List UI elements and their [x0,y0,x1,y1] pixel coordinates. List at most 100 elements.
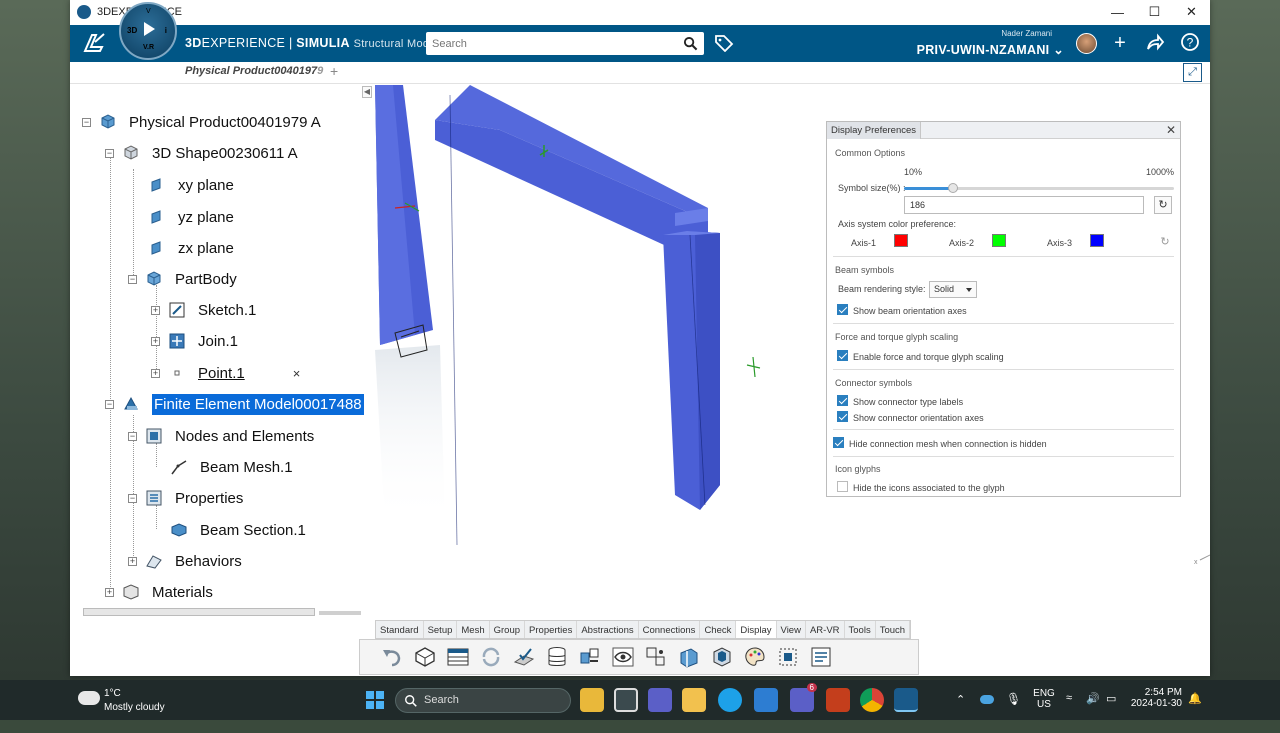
avatar[interactable] [1076,33,1097,54]
collapse-icon[interactable]: − [105,399,114,409]
show-connector-axes-checkbox[interactable] [837,411,848,422]
tab-standard[interactable]: Standard [376,621,424,638]
tray-chevron-icon[interactable]: ⌃ [956,693,965,733]
axis-3-color-swatch[interactable] [1090,234,1104,247]
tree-item-3d-shape[interactable]: − 3D Shape00230611 A [105,139,298,167]
tree-item-xy-plane[interactable]: xy plane [148,171,234,199]
windows-start-icon[interactable] [363,688,387,712]
minimize-button[interactable]: — [1099,0,1136,24]
taskbar-search[interactable]: Search [395,688,571,713]
expand-icon[interactable]: + [151,336,160,346]
node-display-icon[interactable] [644,645,668,669]
tab-check[interactable]: Check [700,621,737,638]
help-icon[interactable]: ? [1179,32,1201,54]
compass-icon[interactable]: V 3D i V.R [119,2,177,60]
volume-icon[interactable]: 🔊 [1086,692,1100,732]
palette-icon[interactable] [743,645,767,669]
tab-connections[interactable]: Connections [639,621,701,638]
collapse-icon[interactable]: − [128,274,137,284]
tree-item-fem[interactable]: − Finite Element Model00017488 [105,390,364,418]
expand-icon[interactable]: ⤢ [1183,63,1202,82]
tree-item-beam-mesh[interactable]: Beam Mesh.1 [170,453,293,481]
tree-horizontal-scrollbar[interactable] [83,608,315,616]
edge-icon[interactable] [718,688,742,712]
reset-colors-icon[interactable]: ↻ [1156,234,1174,252]
enable-force-scaling-checkbox[interactable] [837,350,848,361]
tree-item-sketch[interactable]: + Sketch.1 [151,296,256,324]
show-beam-axes-checkbox[interactable] [837,304,848,315]
database-icon[interactable] [545,645,569,669]
store-icon[interactable] [754,688,778,712]
symbol-size-input[interactable]: 186 [904,196,1144,214]
reset-size-icon[interactable]: ↻ [1154,196,1172,214]
tab-tools[interactable]: Tools [845,621,876,638]
collapse-icon[interactable]: − [82,117,91,127]
tree-item-materials[interactable]: + Materials [105,578,213,606]
copilot-icon[interactable] [580,688,604,712]
bounding-box-icon[interactable] [776,645,800,669]
tag-icon[interactable] [714,34,734,52]
3dexperience-taskbar-icon[interactable] [894,688,918,712]
tree-item-partbody[interactable]: − PartBody [128,265,237,293]
chrome-icon[interactable] [860,688,884,712]
beam-style-select[interactable]: Solid [929,281,977,298]
table-icon[interactable] [446,645,470,669]
powerpoint-icon[interactable] [826,688,850,712]
close-icon[interactable]: ✕ [1166,123,1176,137]
symbol-size-slider-thumb[interactable] [947,183,958,193]
show-connector-labels-checkbox[interactable] [837,395,848,406]
tree-item-point[interactable]: + Point.1 × [151,359,300,387]
collapse-panel-icon[interactable]: ◀ [362,86,372,98]
notification-bell-icon[interactable]: 🔔 [1188,692,1202,732]
hide-connection-mesh-checkbox[interactable] [833,437,844,448]
tree-item-behaviors[interactable]: + Behaviors [128,547,242,575]
tenant-name[interactable]: PRIV-UWIN-NZAMANI ⌄ [917,42,1064,57]
collapse-icon[interactable]: − [128,493,137,503]
expand-icon[interactable]: + [128,556,137,566]
undo-icon[interactable] [380,645,404,669]
section-view-icon[interactable] [677,645,701,669]
teams-work-icon[interactable]: 6 [790,683,817,712]
tab-properties[interactable]: Properties [525,621,578,638]
report-icon[interactable] [809,645,833,669]
refresh-icon[interactable] [479,645,503,669]
ds-logo-icon[interactable] [82,31,108,61]
add-tab-icon[interactable]: + [330,63,338,79]
axis-2-color-swatch[interactable] [992,234,1006,247]
search-box[interactable] [426,32,704,55]
tab-abstractions[interactable]: Abstractions [577,621,639,638]
close-button[interactable]: ✕ [1173,0,1210,24]
battery-icon[interactable]: ▭ [1106,692,1116,732]
tree-item-physical-product[interactable]: − Physical Product00401979 A [82,108,321,136]
expand-icon[interactable]: + [151,368,160,378]
tree-item-properties[interactable]: − Properties [128,484,243,512]
check-mesh-icon[interactable] [512,645,536,669]
tree-item-join[interactable]: + Join.1 [151,327,238,355]
search-input[interactable] [432,33,672,54]
tab-touch[interactable]: Touch [876,621,911,638]
collapse-icon[interactable]: − [128,431,137,441]
3d-shape-icon[interactable] [413,645,437,669]
hide-glyph-icons-checkbox[interactable] [837,481,848,492]
teams-icon[interactable] [648,688,672,712]
tree-item-nodes-elements[interactable]: − Nodes and Elements [128,422,314,450]
language-indicator[interactable]: ENG US [1032,688,1056,728]
tab-group[interactable]: Group [490,621,526,638]
search-icon[interactable] [683,36,698,51]
tree-item-beam-section[interactable]: Beam Section.1 [170,516,306,544]
file-explorer-icon[interactable] [682,688,706,712]
task-view-icon[interactable] [614,688,638,712]
eye-icon[interactable] [611,645,635,669]
element-shrink-icon[interactable] [710,645,734,669]
tab-display[interactable]: Display [736,621,777,638]
collapse-icon[interactable]: − [105,148,114,158]
tab-mesh[interactable]: Mesh [457,621,490,638]
expand-icon[interactable]: + [105,587,114,597]
tree-item-zx-plane[interactable]: zx plane [148,234,234,262]
maximize-button[interactable]: ☐ [1136,0,1173,24]
clock[interactable]: 2:54 PM 2024-01-30 [1128,687,1182,709]
tab-setup[interactable]: Setup [424,621,458,638]
onedrive-icon[interactable] [980,695,994,704]
tab-physical-product[interactable]: Physical Product00401979 [185,65,323,77]
share-icon[interactable] [1144,32,1166,54]
